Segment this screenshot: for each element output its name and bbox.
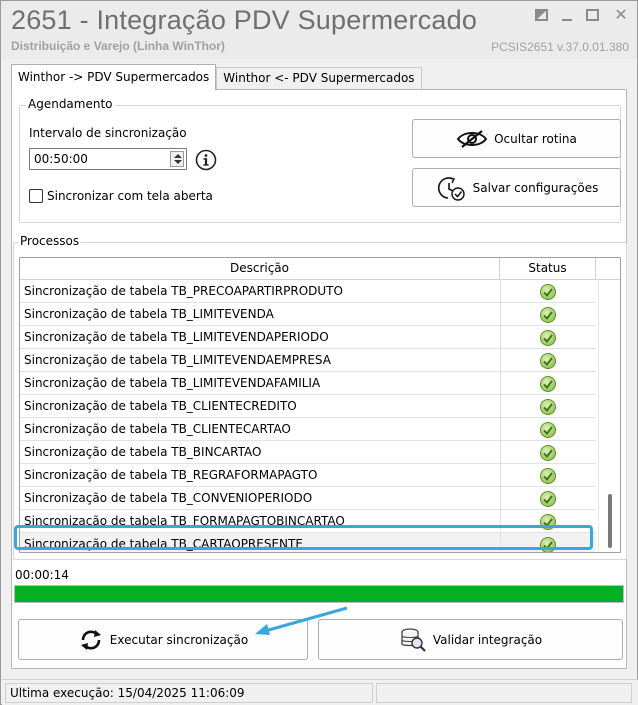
window-controls: ✕ xyxy=(535,7,629,23)
sync-open-screen-label: Sincronizar com tela aberta xyxy=(47,189,213,203)
table-row[interactable]: Sincronização de tabela TB_PRECOAPARTIRP… xyxy=(20,280,596,303)
app-window: 2651 - Integração PDV Supermercado Distr… xyxy=(0,0,638,705)
table-row[interactable]: Sincronização de tabela TB_LIMITEVENDAPE… xyxy=(20,326,596,349)
check-circle-icon xyxy=(540,375,556,392)
interval-stepper[interactable]: 00:50:00 xyxy=(29,148,187,170)
window-subtitle: Distribuição e Varejo (Linha WinThor) xyxy=(11,39,225,53)
cell-status xyxy=(500,395,596,418)
processos-label: Processos xyxy=(18,234,82,248)
annotation-arrow xyxy=(255,606,348,635)
cell-description: Sincronização de tabela TB_PRECOAPARTIRP… xyxy=(24,284,343,298)
cell-description: Sincronização de tabela TB_LIMITEVENDA xyxy=(24,307,274,321)
save-settings-label: Salvar configurações xyxy=(472,180,599,195)
tab-winthor-to-pdv[interactable]: Winthor -> PDV Supermercados xyxy=(11,64,217,90)
stepper-up-icon[interactable] xyxy=(174,154,182,158)
table-row[interactable]: Sincronização de tabela TB_CONVENIOPERIO… xyxy=(20,487,596,510)
progress-fill xyxy=(15,586,623,602)
cell-description: Sincronização de tabela TB_REGRAFORMAPAG… xyxy=(24,468,318,482)
cell-description: Sincronização de tabela TB_LIMITEVENDAPE… xyxy=(24,330,329,344)
selected-row-highlight xyxy=(14,525,593,550)
check-circle-icon xyxy=(540,306,556,323)
execute-sync-label: Executar sincronização xyxy=(109,632,249,647)
table-row[interactable]: Sincronização de tabela TB_LIMITEVENDAEM… xyxy=(20,349,596,372)
cell-status xyxy=(500,441,596,464)
check-circle-icon xyxy=(540,421,556,438)
status-bar: Ultima execução: 15/04/2025 11:06:09 xyxy=(2,679,638,705)
cell-status xyxy=(500,280,596,303)
check-circle-icon xyxy=(540,444,556,461)
window-title: 2651 - Integração PDV Supermercado xyxy=(11,5,478,35)
table-row[interactable]: Sincronização de tabela TB_LIMITEVENDAFA… xyxy=(20,372,596,395)
last-run-status: Ultima execução: 15/04/2025 11:06:09 xyxy=(5,683,373,703)
column-header-description[interactable]: Descrição xyxy=(20,258,500,279)
check-circle-icon xyxy=(540,398,556,415)
cell-status xyxy=(500,326,596,349)
stepper-down-icon[interactable] xyxy=(174,160,182,164)
table-row[interactable]: Sincronização de tabela TB_CLIENTECARTAO xyxy=(20,418,596,441)
save-settings-button[interactable]: Salvar configurações xyxy=(412,168,621,207)
info-icon[interactable] xyxy=(195,149,217,171)
cell-status xyxy=(500,464,596,487)
cell-description: Sincronização de tabela TB_LIMITEVENDAEM… xyxy=(24,353,331,367)
close-icon[interactable]: ✕ xyxy=(613,7,629,23)
grid-header: Descrição Status xyxy=(20,258,620,280)
hide-routine-label: Ocultar rotina xyxy=(494,131,577,146)
tab-strip: Winthor -> PDV Supermercados Winthor <- … xyxy=(11,64,422,90)
interval-label: Intervalo de sincronização xyxy=(29,126,187,140)
check-circle-icon xyxy=(540,467,556,484)
elapsed-time: 00:00:14 xyxy=(15,568,69,582)
cell-status xyxy=(500,349,596,372)
table-row[interactable]: Sincronização de tabela TB_REGRAFORMAPAG… xyxy=(20,464,596,487)
validate-integration-label: Validar integração xyxy=(432,632,543,647)
stepper-buttons[interactable] xyxy=(170,151,184,167)
check-circle-icon xyxy=(540,490,556,507)
scroll-thumb[interactable] xyxy=(608,494,612,548)
eye-slash-icon xyxy=(456,129,488,148)
cell-description: Sincronização de tabela TB_CLIENTECARTAO xyxy=(24,422,291,436)
vertical-scrollbar[interactable] xyxy=(598,280,620,552)
cell-description: Sincronização de tabela TB_CLIENTECREDIT… xyxy=(24,399,297,413)
check-circle-icon xyxy=(540,352,556,369)
sync-icon xyxy=(80,629,101,650)
version-label: PCSIS2651 v.37.0.01.380 xyxy=(491,40,629,54)
table-row[interactable]: Sincronização de tabela TB_CLIENTECREDIT… xyxy=(20,395,596,418)
validate-integration-button[interactable]: Validar integração xyxy=(318,619,623,660)
sync-open-screen-checkbox[interactable] xyxy=(29,189,43,203)
progress-bar xyxy=(14,585,624,603)
minimize-icon[interactable] xyxy=(562,12,572,21)
cell-status xyxy=(500,372,596,395)
cell-status xyxy=(500,418,596,441)
check-circle-icon xyxy=(540,329,556,346)
table-row[interactable]: Sincronização de tabela TB_LIMITEVENDA xyxy=(20,303,596,326)
grid-body: Sincronização de tabela TB_PRECOAPARTIRP… xyxy=(20,280,596,552)
process-grid[interactable]: Descrição Status Sincronização de tabela… xyxy=(19,257,621,553)
cell-status xyxy=(500,487,596,510)
clock-check-icon xyxy=(437,176,465,201)
title-bar: 2651 - Integração PDV Supermercado Distr… xyxy=(1,1,637,59)
interval-value[interactable]: 00:50:00 xyxy=(34,152,88,166)
maximize-icon[interactable] xyxy=(586,9,599,21)
cell-status xyxy=(500,303,596,326)
tab-pdv-to-winthor[interactable]: Winthor <- PDV Supermercados xyxy=(216,67,422,89)
restore-icon[interactable] xyxy=(535,9,548,21)
database-search-icon xyxy=(401,627,426,652)
hide-routine-button[interactable]: Ocultar rotina xyxy=(412,119,621,158)
column-header-status[interactable]: Status xyxy=(500,258,596,279)
cell-description: Sincronização de tabela TB_BINCARTAO xyxy=(24,445,262,459)
agendamento-label: Agendamento xyxy=(26,97,115,111)
table-row[interactable]: Sincronização de tabela TB_BINCARTAO xyxy=(20,441,596,464)
check-circle-icon xyxy=(540,283,556,300)
cell-description: Sincronização de tabela TB_LIMITEVENDAFA… xyxy=(24,376,321,390)
status-panel-empty xyxy=(376,683,632,703)
cell-description: Sincronização de tabela TB_CONVENIOPERIO… xyxy=(24,491,313,505)
